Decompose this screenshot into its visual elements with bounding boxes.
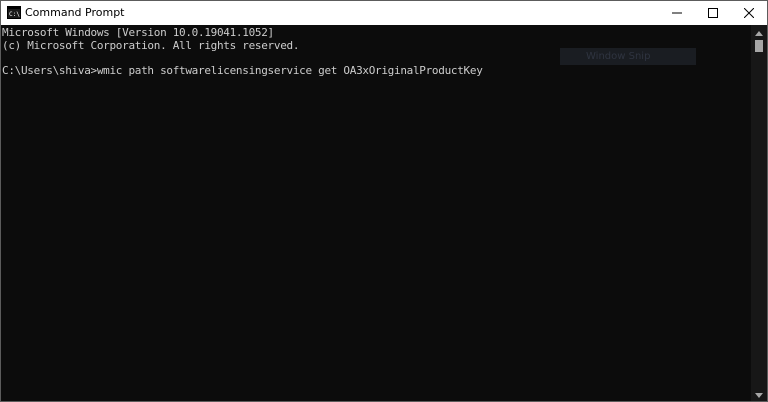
console-line-version: Microsoft Windows [Version 10.0.19041.10… [2,26,274,39]
console-line-copyright: (c) Microsoft Corporation. All rights re… [2,39,300,52]
command-prompt-icon: C:\ [7,6,21,19]
maximize-icon [708,8,718,18]
command-prompt-window: C:\ Command Prompt Microsoft Windows [Ve… [0,0,768,402]
chevron-up-icon [755,23,763,41]
console-output[interactable]: Microsoft Windows [Version 10.0.19041.10… [1,25,751,401]
scroll-thumb[interactable] [755,40,763,52]
window-snip-overlay: Window Snip [560,48,696,65]
minimize-icon [672,8,682,18]
svg-text:C:\: C:\ [9,11,20,18]
close-button[interactable] [731,1,767,25]
scroll-up-button[interactable] [751,25,767,39]
close-icon [744,8,754,18]
vertical-scrollbar[interactable] [751,25,767,401]
maximize-button[interactable] [695,1,731,25]
chevron-down-icon [755,385,763,401]
title-bar[interactable]: C:\ Command Prompt [1,1,767,25]
scroll-down-button[interactable] [751,387,767,401]
window-title: Command Prompt [25,6,125,19]
console-line-command: C:\Users\shiva>wmic path softwarelicensi… [2,64,483,77]
minimize-button[interactable] [659,1,695,25]
